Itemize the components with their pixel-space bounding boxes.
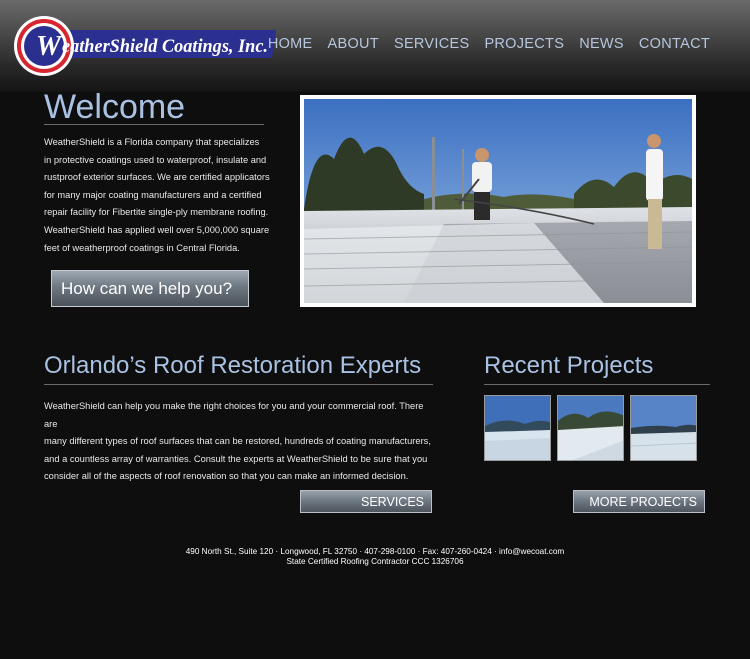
experts-divider (44, 384, 433, 385)
svg-text:eatherShield Coatings, Inc.: eatherShield Coatings, Inc. (62, 36, 268, 57)
how-can-we-help-button[interactable]: How can we help you? (51, 270, 249, 307)
nav-contact[interactable]: CONTACT (639, 36, 710, 52)
welcome-line: for many major coating manufacturers and… (44, 189, 262, 200)
project-thumbnail[interactable] (484, 395, 551, 461)
main-nav: HOME ABOUT SERVICES PROJECTS NEWS CONTAC… (253, 36, 710, 52)
experts-line: consider all of the aspects of roof reno… (44, 471, 409, 482)
experts-line: WeatherShield can help you make the righ… (44, 401, 424, 429)
welcome-line: WeatherShield has applied well over 5,00… (44, 224, 270, 235)
footer-license: State Certified Roofing Contractor CCC 1… (286, 557, 464, 566)
welcome-line: feet of weatherproof coatings in Central… (44, 242, 240, 253)
welcome-line: repair facility for Fibertite single-ply… (44, 207, 269, 218)
svg-text:W: W (36, 31, 63, 62)
hero-photo (300, 95, 696, 307)
project-thumbnail[interactable] (557, 395, 624, 461)
footer-address: 490 North St., Suite 120 · Longwood, FL … (185, 547, 565, 556)
experts-text: WeatherShield can help you make the righ… (44, 398, 436, 486)
recent-projects-heading: Recent Projects (484, 352, 654, 379)
welcome-line: WeatherShield is a Florida company that … (44, 137, 260, 147)
nav-news[interactable]: NEWS (579, 36, 624, 52)
site-header: W eatherShield Coatings, Inc. HOME ABOUT… (0, 0, 750, 92)
experts-line: many different types of roof surfaces th… (44, 436, 431, 447)
company-logo[interactable]: W eatherShield Coatings, Inc. (12, 14, 280, 78)
welcome-divider (44, 124, 264, 125)
nav-home[interactable]: HOME (268, 36, 313, 52)
project-thumbnail[interactable] (630, 395, 697, 461)
projects-divider (484, 384, 710, 385)
experts-heading: Orlando’s Roof Restoration Experts (44, 352, 422, 379)
welcome-line: in protective coatings used to waterproo… (44, 154, 267, 165)
experts-line: and a countless array of warranties. Con… (44, 453, 428, 464)
welcome-heading: Welcome (44, 88, 186, 126)
services-button[interactable]: SERVICES (300, 490, 432, 513)
more-projects-button[interactable]: MORE PROJECTS (573, 490, 705, 513)
welcome-line: rustproof exterior surfaces. We are cert… (44, 172, 270, 183)
welcome-text: WeatherShield is a Florida company that … (44, 134, 270, 257)
nav-services[interactable]: SERVICES (394, 36, 469, 52)
nav-projects[interactable]: PROJECTS (484, 36, 564, 52)
nav-about[interactable]: ABOUT (328, 36, 379, 52)
